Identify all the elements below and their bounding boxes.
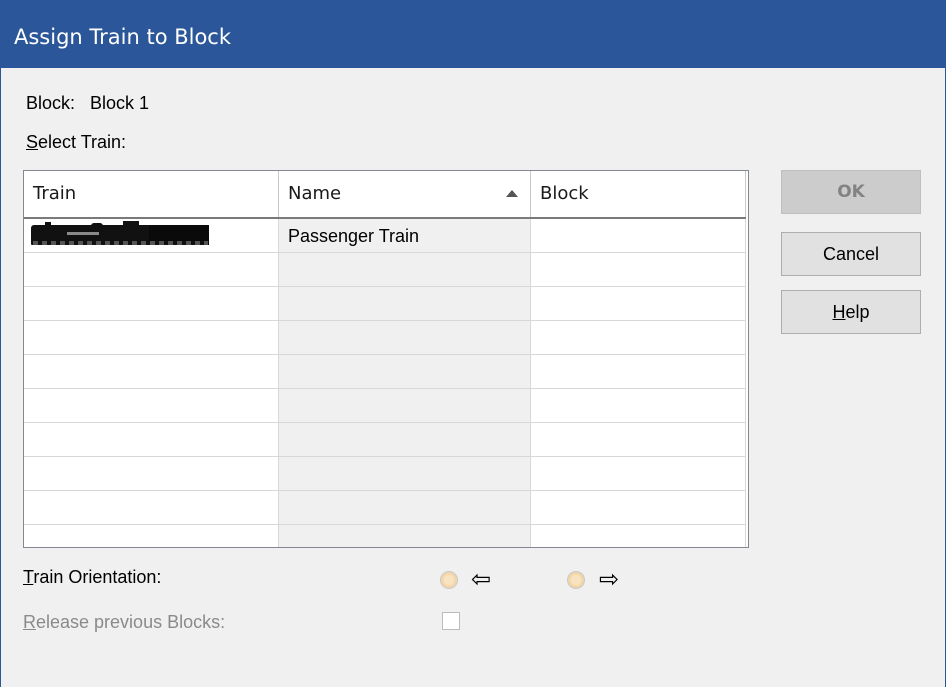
table-row-empty	[24, 389, 746, 423]
left-arrow-icon: ⇦	[471, 565, 492, 593]
table-row-empty	[24, 457, 746, 491]
block-cell	[531, 219, 746, 252]
locomotive-thumbnail-icon	[31, 221, 209, 245]
release-blocks-checkbox[interactable]	[442, 612, 460, 630]
help-button[interactable]: Help	[781, 290, 921, 334]
orientation-right-radio[interactable]	[567, 571, 585, 589]
release-blocks-label: Release previous Blocks:	[23, 612, 225, 633]
title-bar[interactable]: Assign Train to Block	[1, 0, 946, 68]
release-blocks-text: elease previous Blocks:	[36, 612, 226, 632]
name-cell: Passenger Train	[279, 219, 531, 252]
column-header-name-label: Name	[288, 183, 342, 204]
dialog-title: Assign Train to Block	[14, 25, 232, 49]
help-text: elp	[845, 302, 870, 322]
orientation-left-radio[interactable]	[440, 571, 458, 589]
train-orientation-label: Train Orientation:	[23, 567, 161, 588]
right-arrow-icon: ⇨	[599, 565, 620, 593]
select-train-text: elect Train:	[38, 132, 127, 152]
grid-header: Train Name Block	[24, 171, 746, 219]
assign-train-dialog: Assign Train to Block Block: Block 1 Sel…	[0, 0, 946, 687]
table-row-empty	[24, 287, 746, 321]
column-header-block[interactable]: Block	[531, 171, 746, 217]
table-row-empty	[24, 491, 746, 525]
select-train-mnemonic: S	[26, 132, 39, 152]
help-mnemonic: H	[832, 302, 846, 322]
table-row-empty	[24, 423, 746, 457]
release-blocks-mnemonic: R	[23, 612, 36, 632]
select-train-label: Select Train:	[26, 132, 126, 153]
cancel-button[interactable]: Cancel	[781, 232, 921, 276]
ok-button[interactable]: OK	[781, 170, 921, 214]
train-cell	[24, 219, 279, 252]
block-value: Block 1	[90, 93, 150, 113]
table-row-empty	[24, 253, 746, 287]
table-row-empty	[24, 355, 746, 389]
column-header-block-label: Block	[540, 183, 589, 204]
column-header-train[interactable]: Train	[24, 171, 279, 217]
table-row[interactable]: Passenger Train	[24, 219, 746, 253]
column-header-name[interactable]: Name	[279, 171, 531, 217]
table-row-empty	[24, 321, 746, 355]
train-orientation-text: rain Orientation:	[33, 567, 162, 587]
table-row-empty	[24, 525, 746, 547]
column-header-train-label: Train	[33, 183, 77, 204]
sort-ascending-icon	[506, 190, 518, 197]
block-label: Block:	[26, 93, 76, 113]
train-orientation-mnemonic: T	[23, 567, 34, 587]
train-list-grid[interactable]: Train Name Block Passenger Train	[23, 170, 749, 548]
